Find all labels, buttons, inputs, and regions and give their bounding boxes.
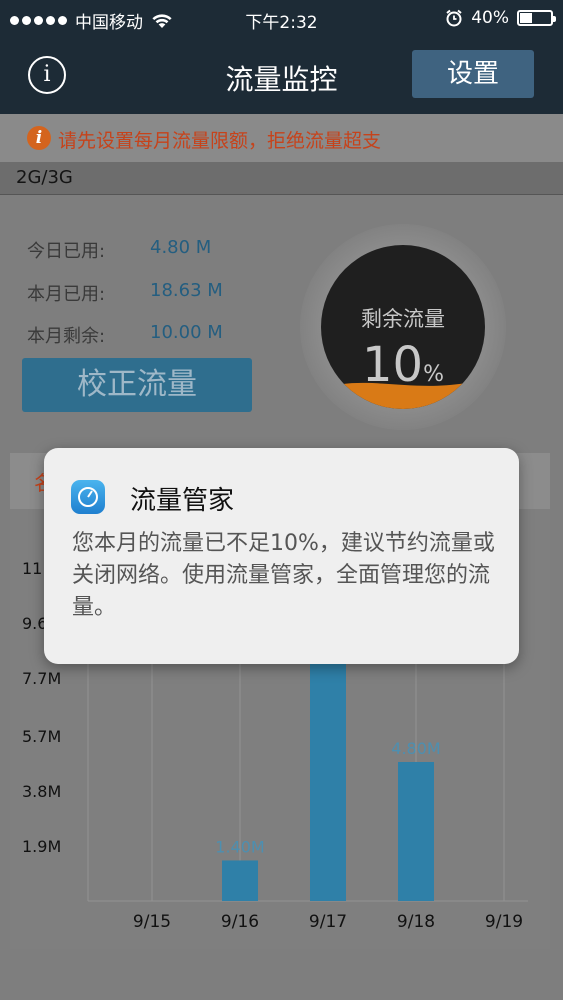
data-label: 4.80M [391, 739, 440, 758]
alarm-icon [446, 9, 462, 27]
calibrate-traffic-button[interactable]: 校正流量 [22, 358, 252, 412]
stat-label: 本月剩余: [27, 326, 106, 347]
nav-bar: i 流量监控 设置 [0, 36, 563, 114]
notification-banner[interactable]: 流量管家 您本月的流量已不足10%，建议节约流量或关闭网络。使用流量管家，全面管… [44, 448, 519, 664]
stat-value: 18.63 M [150, 280, 223, 301]
gauge-label: 剩余流量 [361, 307, 445, 331]
y-tick-label: 1.9M [22, 837, 61, 856]
stat-month-remaining: 本月剩余: 10.00 M [27, 322, 223, 348]
status-bar: 中国移动 下午2:32 40% [0, 0, 563, 36]
y-tick-label: 7.7M [22, 669, 61, 688]
gauge-percent-unit: % [423, 362, 444, 387]
gauge-value: 10% [321, 337, 485, 393]
x-tick-label: 9/19 [485, 912, 523, 932]
stat-label: 本月已用: [27, 284, 106, 305]
gauge-dial: 剩余流量 10% [321, 245, 485, 409]
network-type-header: 2G/3G [0, 162, 563, 195]
stat-value: 10.00 M [150, 322, 223, 343]
notification-title: 流量管家 [130, 486, 235, 516]
stat-value: 4.80 M [150, 237, 212, 258]
notification-message: 您本月的流量已不足10%，建议节约流量或关闭网络。使用流量管家，全面管理您的流量… [72, 531, 495, 620]
x-tick-label: 9/18 [397, 912, 435, 932]
gauge-percent-number: 10 [362, 337, 424, 393]
y-tick-label: 5.7M [22, 727, 61, 746]
warning-bar[interactable]: i 请先设置每月流量限额，拒绝流量超支 [0, 114, 563, 162]
stat-month-used: 本月已用: 18.63 M [27, 280, 223, 306]
data-label: 1.40M [215, 837, 264, 856]
bar [222, 860, 258, 901]
settings-button[interactable]: 设置 [412, 50, 534, 98]
battery-icon [517, 10, 556, 26]
stat-label: 今日已用: [27, 241, 106, 262]
app-icon [71, 480, 105, 514]
warning-icon: i [27, 126, 51, 150]
battery-percent: 40% [471, 8, 509, 28]
x-tick-label: 9/16 [221, 912, 259, 932]
network-type-label: 2G/3G [16, 167, 73, 188]
y-tick-label: 3.8M [22, 782, 61, 801]
x-tick-label: 9/15 [133, 912, 171, 932]
x-tick-label: 9/17 [309, 912, 347, 932]
stat-today-used: 今日已用: 4.80 M [27, 237, 211, 263]
warning-text: 请先设置每月流量限额，拒绝流量超支 [58, 130, 382, 152]
remaining-traffic-gauge: 剩余流量 10% [300, 224, 506, 430]
bar [398, 761, 434, 901]
